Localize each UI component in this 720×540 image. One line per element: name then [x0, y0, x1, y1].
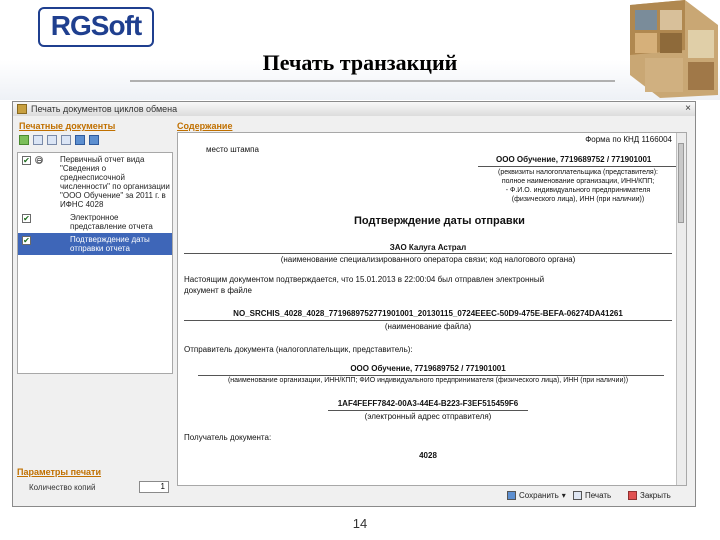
window-title: Печать документов циклов обмена — [31, 104, 178, 114]
sender-caption: (наименование организации, ИНН/КПП; ФИО … — [227, 377, 629, 384]
print-button[interactable]: Печать — [573, 489, 611, 502]
page-number: 14 — [352, 516, 368, 531]
stamp-place: место штампа — [206, 145, 259, 154]
divider — [328, 410, 528, 411]
collapse-icon[interactable]: ⊖ — [35, 156, 43, 165]
check-all-icon[interactable] — [19, 135, 29, 145]
sender-guid: 1AF4FEFF7842-00A3-44E4-B223-F3EF515459F6 — [337, 399, 519, 408]
tree-item-report[interactable]: ✔ ⊖ Первичный отчет вида "Сведения о сре… — [18, 153, 172, 211]
print-label: Печать — [585, 491, 612, 500]
operator-name: ЗАО Калуга Астрал — [389, 243, 467, 252]
file-name: NO_SRCHIS_4028_4028_7719689752771901001_… — [233, 309, 623, 318]
tree-item-electronic[interactable]: ✔ Электронное представление отчета — [18, 211, 172, 233]
rgsoft-logo: RGSoft — [38, 7, 154, 47]
form-code: Форма по КНД 1166004 — [585, 135, 672, 144]
close-label: Закрыть — [640, 491, 671, 500]
sender-org: ООО Обучение, 7719689752 / 771901001 — [350, 364, 506, 373]
caption-line: полное наименование организации, ИНН/КПП… — [501, 178, 655, 185]
tree-icon[interactable] — [47, 135, 57, 145]
guid-caption: (электронный адрес отправителя) — [364, 412, 492, 421]
divider — [198, 375, 664, 376]
tree-item-label: Электронное представление отчета — [70, 213, 153, 231]
caption-line: (реквизиты налогоплательщика (представит… — [497, 169, 658, 176]
divider — [184, 320, 672, 321]
scroll-thumb[interactable] — [678, 143, 684, 223]
move-down-icon[interactable] — [89, 135, 99, 145]
confirm-text-2: документ в файле — [184, 286, 252, 295]
close-icon[interactable]: × — [685, 102, 691, 116]
chevron-down-icon: ▾ — [561, 491, 566, 500]
close-icon — [628, 491, 637, 500]
left-panel: Печатные документы ✔ ⊖ Первичный отчет в… — [15, 118, 175, 493]
caption-line: (физического лица), ИНН (при наличии)) — [511, 196, 645, 203]
window-icon — [17, 104, 27, 114]
file-caption: (наименование файла) — [384, 322, 472, 331]
divider — [478, 166, 678, 167]
uncheck-all-icon[interactable] — [33, 135, 43, 145]
print-params-heading: Параметры печати — [17, 467, 102, 477]
title-underline — [130, 80, 615, 82]
divider — [184, 253, 672, 254]
org-caption: (реквизиты налогоплательщика (представит… — [478, 168, 678, 204]
document-preview[interactable]: Форма по КНД 1166004 место штампа ООО Об… — [177, 132, 687, 486]
vertical-scrollbar[interactable] — [676, 133, 686, 485]
caption-line: - Ф.И.О. индивидуального предпринимателя — [505, 187, 651, 194]
floppy-icon — [507, 491, 516, 500]
close-button[interactable]: Закрыть — [628, 489, 671, 502]
checkbox[interactable]: ✔ — [22, 214, 31, 223]
tree-item-label: Первичный отчет вида "Сведения о среднес… — [60, 155, 170, 209]
slide-title: Печать транзакций — [262, 50, 458, 75]
receiver-code: 4028 — [419, 451, 437, 460]
tree-item-confirmation[interactable]: ✔ Подтверждение даты отправки отчета — [18, 233, 172, 255]
confirm-text-1: Настоящим документом подтверждается, что… — [184, 275, 545, 284]
bottom-toolbar: Сохранить ▾ Печать Закрыть — [13, 486, 695, 506]
operator-caption: (наименование специализированного операт… — [280, 255, 576, 264]
save-button[interactable]: Сохранить ▾ — [507, 489, 566, 502]
sender-label: Отправитель документа (налогоплательщик,… — [184, 345, 413, 354]
checkbox[interactable]: ✔ — [22, 156, 31, 165]
receiver-label: Получатель документа: — [184, 433, 272, 442]
documents-tree: ✔ ⊖ Первичный отчет вида "Сведения о сре… — [17, 152, 173, 374]
settings-icon[interactable] — [61, 135, 71, 145]
save-label: Сохранить — [519, 491, 559, 500]
printer-icon — [573, 491, 582, 500]
printed-docs-heading: Печатные документы — [19, 121, 116, 131]
content-heading: Содержание — [177, 121, 233, 131]
doc-title: Подтверждение даты отправки — [354, 215, 525, 227]
move-up-icon[interactable] — [75, 135, 85, 145]
tree-item-label: Подтверждение даты отправки отчета — [70, 235, 150, 253]
window-titlebar: Печать документов циклов обмена × — [13, 102, 695, 116]
org-line: ООО Обучение, 7719689752 / 771901001 — [496, 155, 652, 164]
left-toolbar — [15, 134, 175, 150]
print-window: Печать документов циклов обмена × Печатн… — [12, 101, 696, 507]
checkbox[interactable]: ✔ — [22, 236, 31, 245]
